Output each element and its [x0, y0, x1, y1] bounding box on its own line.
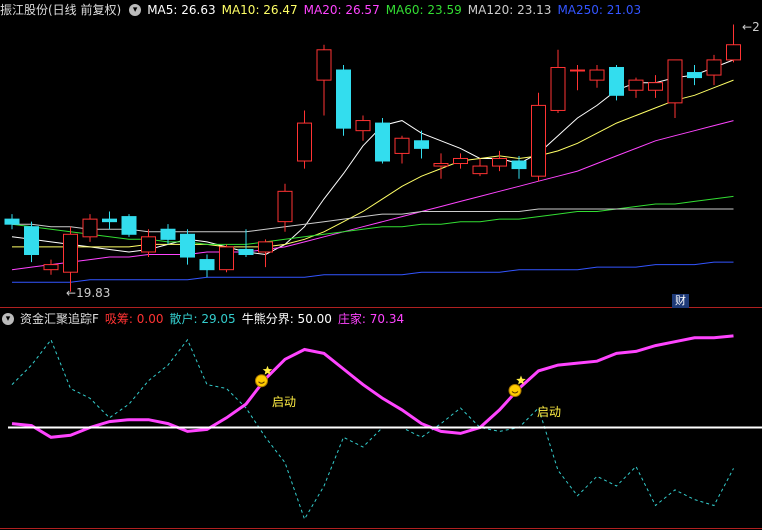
candle-body-up: [472, 165, 488, 175]
candle: [531, 92, 546, 182]
candle: [375, 118, 390, 164]
candle-body-up: [570, 69, 585, 72]
candle: [102, 211, 117, 230]
low-price-annotation: ←19.83: [66, 286, 111, 300]
candle: [706, 54, 722, 86]
candle-body-up: [394, 137, 410, 154]
candle: [180, 229, 195, 265]
candle: [4, 214, 20, 230]
candle-body-up: [141, 236, 156, 253]
candle-body-up: [277, 190, 293, 223]
candle-body-up: [258, 241, 273, 253]
candle: [297, 110, 312, 169]
candle-body-down: [4, 218, 20, 225]
candle-body-up: [453, 157, 468, 165]
ma-line-ma250: [12, 261, 734, 283]
candle: [141, 229, 156, 258]
candle: [472, 158, 488, 177]
finance-badge[interactable]: 财: [672, 294, 689, 308]
ma-line-ma5: [11, 59, 734, 256]
candle-body-up: [219, 246, 234, 271]
candle: [336, 64, 351, 136]
candle-body-up: [43, 264, 59, 271]
candle-body-down: [375, 122, 390, 162]
candle-body-up: [355, 120, 371, 132]
candle-body-down: [180, 233, 195, 258]
retail-line: [11, 338, 734, 521]
candle-body-up: [531, 104, 546, 177]
candle-body-up: [726, 44, 741, 61]
low-arrow-icon: ←: [66, 286, 77, 300]
candle: [687, 64, 702, 86]
candle: [628, 77, 644, 98]
candle: [82, 214, 98, 242]
candle: [511, 155, 527, 179]
candle: [550, 49, 566, 113]
candle-body-down: [687, 72, 702, 79]
candle-body-up: [316, 49, 332, 81]
candle: [199, 254, 215, 278]
banker-line: [11, 334, 734, 439]
candle-body-up: [667, 59, 683, 104]
candle: [24, 221, 39, 263]
candle: [43, 259, 59, 275]
candle-body-down: [414, 140, 429, 149]
candle-body-down: [238, 248, 254, 256]
high-arrow-icon: ←: [742, 20, 753, 34]
signal-label-2: 启动: [537, 405, 562, 419]
candle: [433, 153, 449, 179]
signal-label-1: 启动: [272, 395, 297, 409]
candle-body-down: [160, 228, 176, 240]
candle-body-up: [648, 82, 663, 91]
candle: [492, 150, 507, 172]
candle-body-down: [121, 216, 137, 235]
candle: [355, 115, 371, 141]
smiley-icon: [255, 374, 268, 388]
smiley-icon: [508, 384, 522, 397]
candle: [609, 64, 624, 101]
candle: [453, 153, 468, 169]
candle: [121, 214, 137, 237]
candle-body-down: [511, 160, 527, 170]
high-price-annotation: ←2: [742, 20, 760, 34]
candle-body-up: [82, 218, 98, 238]
candle: [394, 135, 410, 164]
candle-body-up: [628, 79, 644, 91]
stock-chart-window: { "main_legend": { "title": "振江股份(日线 前复权…: [0, 0, 762, 530]
candle-body-down: [102, 218, 117, 223]
candle: [667, 59, 683, 119]
candle: [277, 183, 293, 232]
candle-body-up: [492, 157, 507, 167]
candle-body-up: [589, 69, 605, 81]
candle: [726, 24, 741, 63]
ma-line-ma10: [12, 79, 734, 248]
candle-body-up: [433, 163, 449, 167]
candle-body-down: [24, 226, 39, 256]
candle-body-up: [706, 59, 722, 76]
candle: [316, 44, 332, 116]
candle-body-down: [199, 259, 215, 271]
candle: [648, 75, 663, 98]
candle-body-up: [550, 66, 566, 111]
candle: [570, 64, 585, 91]
candle: [258, 239, 273, 268]
candle: [238, 229, 254, 258]
candle: [589, 64, 605, 88]
candle: [219, 244, 234, 273]
ma-line-ma60: [11, 195, 734, 245]
candle-body-down: [609, 66, 624, 96]
candle-body-up: [297, 122, 312, 162]
candle-body-down: [336, 69, 351, 129]
candle-body-up: [63, 233, 78, 273]
chart-canvas[interactable]: [0, 0, 762, 530]
